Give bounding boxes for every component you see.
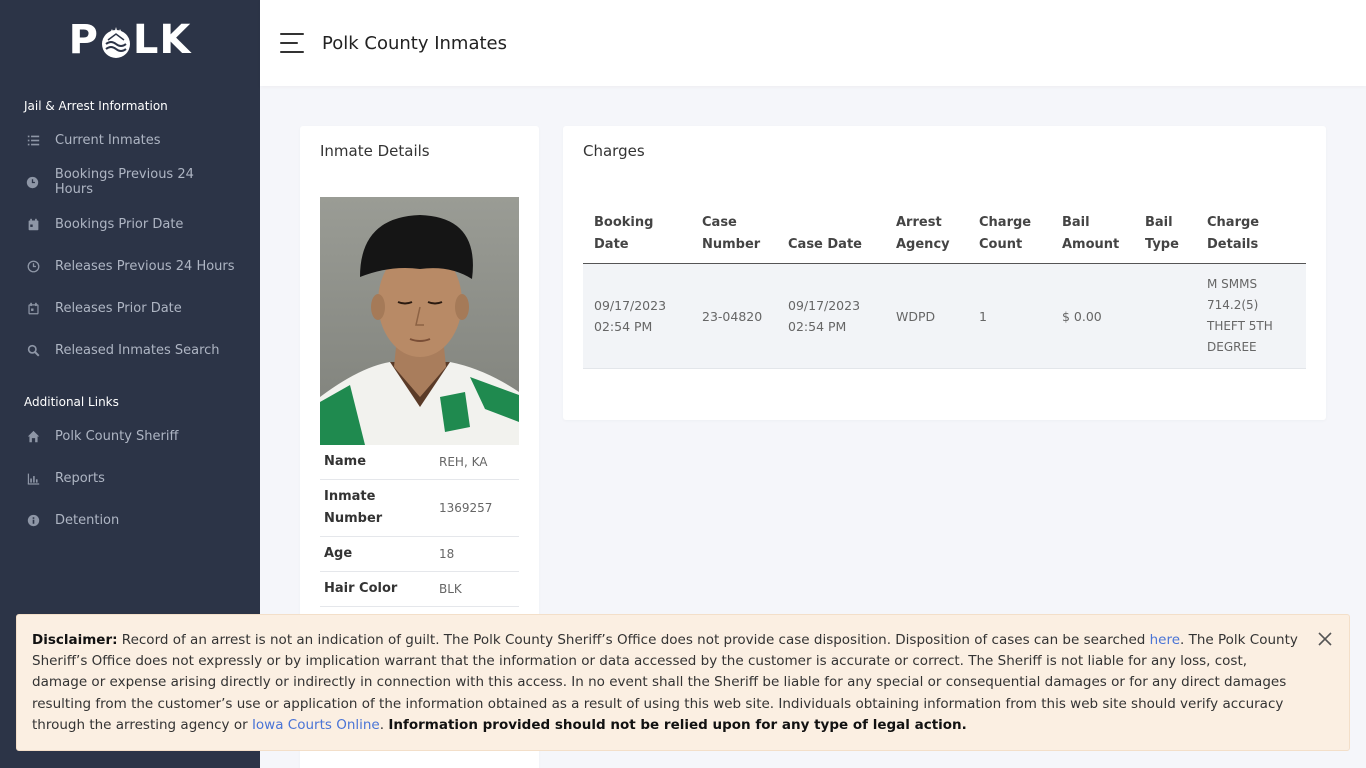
charges-table: Booking Date Case Number Case Date Arres…	[583, 205, 1306, 369]
sidebar-item-label: Releases Previous 24 Hours	[55, 258, 235, 274]
charges-title: Charges	[583, 142, 645, 160]
detail-value: 18	[439, 547, 455, 561]
detail-key: Age	[324, 546, 353, 561]
logo-mark-icon	[101, 23, 131, 58]
detail-row-age: Age 18	[320, 537, 519, 572]
sidebar-item-releases-24h[interactable]: Releases Previous 24 Hours	[0, 245, 260, 287]
detail-value: BLK	[439, 582, 462, 596]
sidebar-item-current-inmates[interactable]: Current Inmates	[0, 119, 260, 161]
logo-letters-lk: LK	[132, 17, 192, 63]
sidebar-item-label: Reports	[55, 470, 105, 486]
disclaimer-text-1: Record of an arrest is not an indication…	[117, 632, 1150, 648]
sidebar-item-reports[interactable]: Reports	[0, 457, 260, 499]
charges-card: Charges Booking Date Case Number Case Da…	[563, 126, 1326, 420]
inmate-details-title: Inmate Details	[320, 142, 430, 160]
polk-logo[interactable]: P LK	[0, 0, 260, 80]
cell-case-number: 23-04820	[691, 263, 777, 369]
sidebar-item-polk-county-sheriff[interactable]: Polk County Sheriff	[0, 415, 260, 457]
detail-row-name: Name REH, KA	[320, 445, 519, 480]
detail-key: Name	[324, 454, 367, 469]
sidebar-item-bookings-24h[interactable]: Bookings Previous 24 Hours	[0, 161, 260, 203]
list-icon	[25, 132, 41, 148]
detail-row-hair-color: Hair Color BLK	[320, 572, 519, 607]
calendar-icon	[25, 216, 41, 232]
page-title: Polk County Inmates	[322, 32, 507, 54]
disclaimer-link-iowa-courts[interactable]: Iowa Courts Online	[252, 717, 380, 733]
top-header: Polk County Inmates	[260, 0, 1366, 86]
section-title-jail: Jail & Arrest Information	[24, 99, 168, 113]
menu-toggle-icon[interactable]	[280, 33, 304, 53]
sidebar-item-released-search[interactable]: Released Inmates Search	[0, 329, 260, 371]
col-bail-amount: Bail Amount	[1051, 205, 1134, 264]
calendar-outline-icon	[25, 300, 41, 316]
sidebar-item-label: Detention	[55, 512, 120, 528]
disclaimer-link-here[interactable]: here	[1150, 632, 1180, 648]
col-charge-count: Charge Count	[968, 205, 1051, 264]
sidebar-item-releases-prior-date[interactable]: Releases Prior Date	[0, 287, 260, 329]
cell-charge-details: M SMMS 714.2(5) THEFT 5TH DEGREE	[1196, 263, 1306, 369]
search-icon	[25, 342, 41, 358]
clock-outline-icon	[25, 258, 41, 274]
sidebar-item-detention[interactable]: Detention	[0, 499, 260, 541]
col-arrest-agency: Arrest Agency	[885, 205, 968, 264]
clock-icon	[25, 174, 41, 190]
detail-key: Inmate Number	[324, 489, 383, 526]
disclaimer-label: Disclaimer:	[32, 632, 118, 648]
section-title-links: Additional Links	[24, 395, 119, 409]
info-icon	[25, 512, 41, 528]
disclaimer-bold-end: Information provided should not be relie…	[388, 716, 967, 733]
detail-row-inmate-number: Inmate Number 1369257	[320, 480, 519, 537]
cell-bail-amount: $ 0.00	[1051, 263, 1134, 369]
charges-header-row: Booking Date Case Number Case Date Arres…	[583, 205, 1306, 264]
cell-bail-type	[1134, 263, 1196, 369]
cell-booking-date: 09/17/2023 02:54 PM	[583, 263, 691, 369]
col-booking-date: Booking Date	[583, 205, 691, 264]
sidebar-item-label: Current Inmates	[55, 132, 161, 148]
logo-letter-p: P	[68, 17, 99, 63]
cell-case-date: 09/17/2023 02:54 PM	[777, 263, 885, 369]
col-case-number: Case Number	[691, 205, 777, 264]
col-case-date: Case Date	[777, 205, 885, 264]
detail-value: 1369257	[439, 501, 493, 515]
sidebar-item-label: Releases Prior Date	[55, 300, 182, 316]
close-icon[interactable]	[1317, 631, 1335, 649]
col-bail-type: Bail Type	[1134, 205, 1196, 264]
bar-chart-icon	[25, 470, 41, 486]
sidebar-item-label: Released Inmates Search	[55, 342, 220, 358]
sidebar-item-label: Bookings Prior Date	[55, 216, 184, 232]
sidebar-item-bookings-prior-date[interactable]: Bookings Prior Date	[0, 203, 260, 245]
inmate-photo	[320, 197, 519, 445]
cell-arrest-agency: WDPD	[885, 263, 968, 369]
detail-value: REH, KA	[439, 455, 488, 469]
detail-key: Hair Color	[324, 581, 398, 596]
sidebar-item-label: Polk County Sheriff	[55, 428, 179, 444]
home-icon	[25, 428, 41, 444]
disclaimer-banner: Disclaimer: Record of an arrest is not a…	[16, 614, 1350, 751]
table-row: 09/17/2023 02:54 PM 23-04820 09/17/2023 …	[583, 263, 1306, 369]
cell-charge-count: 1	[968, 263, 1051, 369]
col-charge-details: Charge Details	[1196, 205, 1306, 264]
sidebar-item-label: Bookings Previous 24 Hours	[54, 167, 194, 197]
inmate-details-table: Name REH, KA Inmate Number 1369257 Age 1…	[320, 445, 519, 607]
